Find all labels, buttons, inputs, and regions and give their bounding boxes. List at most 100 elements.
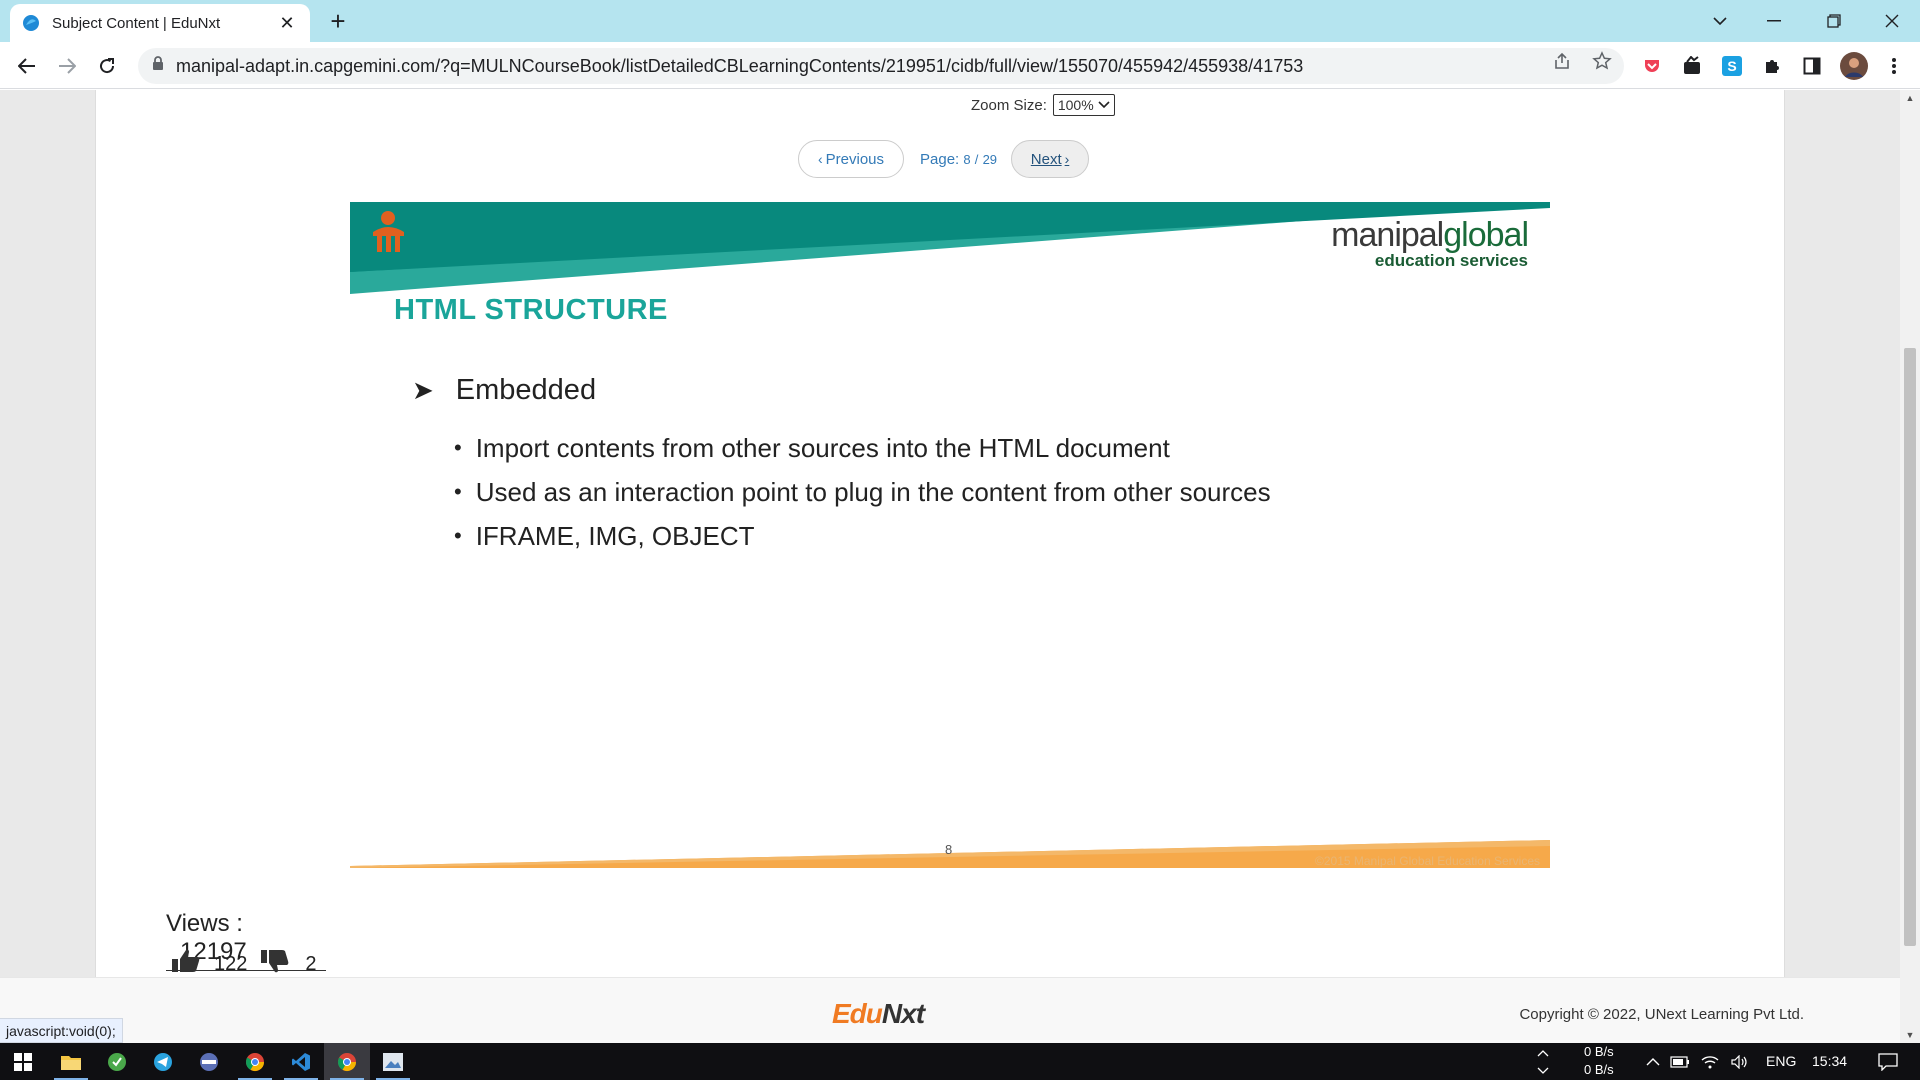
page-indicator: Page: 8 / 29 [920, 151, 997, 168]
page-viewport: Zoom Size: 100% ‹ Previous Page: 8 / 29 … [0, 90, 1920, 977]
page-scrollbar[interactable]: ▲ ▼ [1900, 90, 1920, 1043]
sub-bullet-list: • Import contents from other sources into… [454, 426, 1271, 558]
browser-toolbar: manipal-adapt.in.capgemini.com/?q=MULNCo… [0, 42, 1920, 89]
slide-page: manipalglobal education services HTML ST… [350, 202, 1550, 868]
pagination: ‹ Previous Page: 8 / 29 Next › [798, 140, 1090, 178]
volume-icon[interactable] [1726, 1043, 1754, 1080]
next-label: Next [1030, 150, 1062, 168]
tray-overflow-icon[interactable] [1520, 1043, 1566, 1080]
scroll-up-icon[interactable]: ▲ [1900, 90, 1920, 106]
url-text: manipal-adapt.in.capgemini.com/?q=MULNCo… [176, 55, 1304, 76]
page-separator: / [974, 151, 979, 167]
telegram-icon[interactable] [140, 1043, 186, 1080]
zoom-label: Zoom Size: [971, 96, 1047, 114]
notification-center-icon[interactable] [1868, 1043, 1908, 1080]
zoom-control: Zoom Size: 100% [971, 94, 1115, 116]
thumbs-down-icon[interactable] [261, 948, 289, 977]
brand-main-b: global [1443, 216, 1529, 254]
tab-close-icon[interactable]: ✕ [276, 12, 298, 34]
previous-label: Previous [825, 150, 885, 168]
tab-search-icon[interactable] [1692, 0, 1748, 42]
bookmark-star-icon[interactable] [1592, 51, 1612, 71]
share-icon[interactable] [1552, 51, 1572, 71]
sub-bullet-text: Import contents from other sources into … [475, 432, 1170, 463]
browser-tab[interactable]: Subject Content | EduNxt ✕ [10, 4, 310, 42]
lock-icon [152, 56, 164, 76]
tab-title: Subject Content | EduNxt [52, 14, 221, 32]
next-button[interactable]: Next › [1011, 140, 1090, 178]
s-extension-icon[interactable]: S [1720, 54, 1744, 78]
main-bullet-text: Embedded [455, 374, 597, 406]
sub-bullet-text: IFRAME, IMG, OBJECT [475, 520, 755, 551]
views-label: Views : [166, 910, 243, 937]
slide-copyright: ©2015 Manipal Global Education Services [1315, 854, 1540, 868]
vpn-app-icon[interactable] [186, 1043, 232, 1080]
windows-taskbar: 0 B/s 0 B/s ENG 15:34 [0, 1043, 1920, 1080]
manipal-global-brand: manipalglobal education services [1331, 216, 1529, 271]
pocket-extension-icon[interactable] [1640, 54, 1664, 78]
green-app-icon[interactable] [94, 1043, 140, 1080]
clock-time[interactable]: 15:34 [1812, 1053, 1847, 1069]
page-current: 8 [963, 151, 971, 167]
brand-main-a: manipal [1331, 216, 1444, 254]
scroll-thumb[interactable] [1904, 348, 1916, 946]
list-item: • IFRAME, IMG, OBJECT [454, 520, 755, 551]
vscode-icon[interactable] [278, 1043, 324, 1080]
main-bullet: ➤ Embedded [412, 374, 596, 407]
language-indicator[interactable]: ENG [1766, 1053, 1796, 1069]
logo-part-b: N [881, 998, 902, 1029]
chrome-profile-icon[interactable] [324, 1043, 370, 1080]
zoom-select[interactable]: 100% [1052, 94, 1115, 116]
browser-menu-icon[interactable] [1882, 54, 1906, 78]
extensions-puzzle-icon[interactable] [1760, 54, 1784, 78]
dislikes-count: 2 [305, 952, 317, 975]
forward-icon[interactable] [52, 51, 82, 81]
profile-avatar[interactable] [1840, 52, 1868, 80]
close-window-button[interactable] [1864, 0, 1920, 42]
windows-start-icon[interactable] [0, 1043, 46, 1080]
chrome-icon[interactable] [232, 1043, 278, 1080]
sub-bullet-text: Used as an interaction point to plug in … [475, 476, 1271, 507]
chevron-down-icon [1098, 101, 1110, 109]
back-icon[interactable] [12, 51, 42, 81]
minimize-button[interactable] [1746, 0, 1802, 42]
slide-title: HTML STRUCTURE [394, 294, 668, 326]
list-item: • Import contents from other sources into… [454, 432, 1170, 463]
page-total: 29 [982, 151, 998, 167]
edunxt-favicon-icon [22, 14, 40, 32]
battery-icon[interactable] [1666, 1043, 1694, 1080]
photos-app-icon[interactable] [370, 1043, 416, 1080]
footer-copyright: Copyright © 2022, UNext Learning Pvt Ltd… [1519, 1006, 1804, 1023]
tab-strip: Subject Content | EduNxt ✕ + [0, 0, 1920, 42]
rating-row: 122 2 [172, 948, 317, 977]
arrow-bullet-icon: ➤ [412, 375, 434, 405]
side-panel-icon[interactable] [1800, 54, 1824, 78]
logo-part-c: xt [901, 998, 925, 1029]
net-download: 0 B/s [1584, 1062, 1614, 1077]
svg-text:S: S [1727, 58, 1736, 74]
new-tab-button[interactable]: + [324, 8, 352, 36]
wifi-icon[interactable] [1696, 1043, 1724, 1080]
thumbs-up-icon[interactable] [172, 948, 200, 977]
net-upload: 0 B/s [1584, 1044, 1614, 1059]
slide-page-number: 8 [945, 842, 953, 857]
show-hidden-icons[interactable] [1640, 1043, 1666, 1080]
file-explorer-icon[interactable] [48, 1043, 94, 1080]
reload-icon[interactable] [92, 51, 122, 81]
previous-button[interactable]: ‹ Previous [798, 140, 904, 178]
extension-icon[interactable] [1680, 54, 1704, 78]
restore-button[interactable] [1806, 0, 1862, 42]
logo-part-a: Edu [832, 998, 883, 1029]
status-bar-url: javascript:void(0); [0, 1018, 123, 1043]
page-label: Page: [920, 150, 960, 168]
site-footer: EduNxt Copyright © 2022, UNext Learning … [0, 977, 1900, 1043]
manipal-logo-icon [373, 211, 404, 252]
chevron-left-icon: ‹ [817, 151, 823, 167]
zoom-value: 100% [1057, 97, 1094, 113]
address-bar[interactable]: manipal-adapt.in.capgemini.com/?q=MULNCo… [138, 48, 1624, 84]
edunxt-logo: EduNxt [832, 998, 925, 1030]
list-item: • Used as an interaction point to plug in… [454, 476, 1271, 507]
scroll-down-icon[interactable]: ▼ [1900, 1027, 1920, 1043]
chevron-right-icon: › [1064, 151, 1070, 167]
likes-count: 122 [214, 952, 248, 975]
